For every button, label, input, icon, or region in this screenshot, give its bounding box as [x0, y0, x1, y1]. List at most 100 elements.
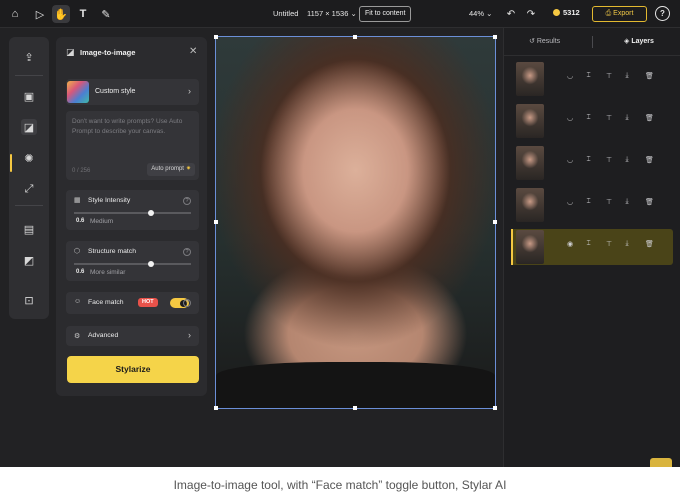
image-to-image-icon[interactable]: ◪	[21, 119, 37, 135]
advanced-section[interactable]: ⚙ Advanced ›	[66, 326, 199, 346]
face-icon: ☺	[74, 298, 82, 305]
visibility-icon[interactable]: ◡	[567, 156, 573, 164]
resize-handle[interactable]	[353, 35, 357, 39]
redo-icon[interactable]: ↷	[522, 5, 540, 23]
image-to-image-icon: ◪	[66, 47, 75, 57]
visibility-icon[interactable]: ◡	[567, 72, 573, 80]
face-match-label: Face match	[88, 299, 124, 306]
visibility-icon[interactable]: ◉	[567, 240, 573, 248]
resize-handle[interactable]	[493, 35, 497, 39]
ai-image-icon[interactable]: ▣	[21, 88, 37, 104]
chat-widget[interactable]	[650, 458, 672, 467]
home-icon[interactable]: ⌂	[6, 5, 24, 23]
custom-style-label: Custom style	[95, 88, 136, 95]
slider-handle[interactable]	[148, 209, 155, 216]
resize-handle[interactable]	[214, 406, 218, 410]
fit-to-content-button[interactable]: Fit to content	[359, 6, 412, 22]
resize-handle[interactable]	[214, 220, 218, 224]
visibility-icon[interactable]: ◡	[567, 114, 573, 122]
align-top-icon[interactable]: ⊤	[606, 198, 612, 206]
align-top-icon[interactable]: ⊤	[606, 156, 612, 164]
layer-row[interactable]: ◡ ⌶ ⊤ ⤓ 🗑	[511, 187, 673, 223]
layer-row[interactable]: ◉ ⌶ ⊤ ⤓ 🗑	[511, 229, 673, 265]
text-to-image-icon[interactable]: ▤	[21, 221, 37, 237]
advanced-label: Advanced	[88, 332, 119, 339]
zoom-level[interactable]: 44% ⌄	[469, 9, 492, 18]
auto-prompt-button[interactable]: Auto prompt ✷	[147, 163, 195, 176]
text-icon[interactable]: T	[74, 5, 92, 23]
expand-icon[interactable]: ⤢	[21, 181, 37, 197]
align-center-icon[interactable]: ⌶	[587, 198, 591, 206]
crop-icon[interactable]: ⊡	[21, 292, 37, 308]
align-center-icon[interactable]: ⌶	[587, 240, 591, 248]
select-arrow-icon[interactable]: ▷	[31, 5, 49, 23]
upload-icon[interactable]: ⇪	[21, 49, 37, 65]
chevron-right-icon: ›	[188, 86, 191, 96]
resize-handle[interactable]	[214, 35, 218, 39]
delete-icon[interactable]: 🗑	[645, 114, 654, 122]
close-icon[interactable]: ✕	[189, 46, 197, 57]
layer-row[interactable]: ◡ ⌶ ⊤ ⤓ 🗑	[511, 103, 673, 139]
toolbar-divider	[15, 205, 43, 206]
resize-handle[interactable]	[493, 406, 497, 410]
layer-row[interactable]: ◡ ⌶ ⊤ ⤓ 🗑	[511, 145, 673, 181]
help-button[interactable]: ?	[655, 6, 670, 21]
delete-icon[interactable]: 🗑	[645, 198, 654, 206]
structure-match-value: 0.6	[76, 269, 85, 275]
prompt-placeholder: Don't want to write prompts? Use Auto Pr…	[72, 118, 183, 135]
hand-icon[interactable]: ✋	[52, 5, 70, 23]
edit-image-icon[interactable]: ◩	[21, 252, 37, 268]
credits-counter[interactable]: 5312	[553, 8, 580, 17]
visibility-icon[interactable]: ◡	[567, 198, 573, 206]
download-icon[interactable]: ⤓	[626, 72, 629, 80]
grid-icon: ▦	[74, 197, 81, 204]
export-button[interactable]: ⎙ Export	[592, 6, 647, 22]
chevron-down-icon: ⌄	[350, 9, 357, 18]
slider-handle[interactable]	[148, 260, 155, 267]
delete-icon[interactable]: 🗑	[645, 240, 654, 248]
info-icon[interactable]: ?	[183, 299, 191, 307]
style-intensity-level: Medium	[90, 218, 114, 225]
align-center-icon[interactable]: ⌶	[587, 156, 591, 164]
structure-match-control: ⬡ Structure match ? 0.6 More similar	[66, 241, 199, 281]
stylarize-button[interactable]: Stylarize	[67, 356, 199, 383]
image-to-image-panel: ◪ Image-to-image ✕ Custom style › Don't …	[56, 37, 207, 396]
image-caption: Image-to-image tool, with “Face match” t…	[173, 478, 507, 492]
layers-icon: ◈	[624, 38, 630, 45]
canvas-dimensions[interactable]: 1157 × 1536 ⌄	[307, 9, 357, 18]
enhance-icon[interactable]: ✺	[21, 150, 37, 166]
custom-style-selector[interactable]: Custom style ›	[66, 79, 199, 105]
prompt-input[interactable]: Don't want to write prompts? Use Auto Pr…	[66, 111, 199, 180]
align-center-icon[interactable]: ⌶	[587, 114, 591, 122]
tab-divider	[504, 55, 680, 56]
align-top-icon[interactable]: ⊤	[606, 240, 612, 248]
download-icon[interactable]: ⤓	[626, 156, 629, 164]
download-icon[interactable]: ⤓	[626, 198, 629, 206]
toolbar-divider	[15, 75, 43, 76]
tab-results[interactable]: ↺ Results	[529, 37, 560, 45]
bulb-icon: ✷	[185, 166, 191, 172]
align-center-icon[interactable]: ⌶	[587, 72, 591, 80]
resize-handle[interactable]	[493, 220, 497, 224]
align-top-icon[interactable]: ⊤	[606, 114, 612, 122]
document-title[interactable]: Untitled	[273, 9, 298, 18]
delete-icon[interactable]: 🗑	[645, 72, 654, 80]
download-icon[interactable]: ⤓	[626, 240, 629, 248]
structure-match-slider[interactable]	[74, 260, 191, 267]
pen-icon[interactable]: ✎	[97, 5, 115, 23]
undo-icon[interactable]: ↶	[502, 5, 520, 23]
layer-row[interactable]: ◡ ⌶ ⊤ ⤓ 🗑	[511, 61, 673, 97]
delete-icon[interactable]: 🗑	[645, 156, 654, 164]
resize-handle[interactable]	[353, 406, 357, 410]
coin-icon	[553, 9, 560, 16]
info-icon[interactable]: ?	[183, 248, 191, 256]
canvas-image[interactable]	[215, 36, 496, 409]
align-top-icon[interactable]: ⊤	[606, 72, 612, 80]
tab-layers[interactable]: ◈ Layers	[624, 37, 654, 45]
settings-icon: ⚙	[74, 333, 81, 340]
info-icon[interactable]: ?	[183, 197, 191, 205]
selected-layer-marker	[511, 229, 513, 265]
style-thumbnail	[67, 81, 89, 103]
style-intensity-slider[interactable]	[74, 209, 191, 216]
download-icon[interactable]: ⤓	[626, 114, 629, 122]
